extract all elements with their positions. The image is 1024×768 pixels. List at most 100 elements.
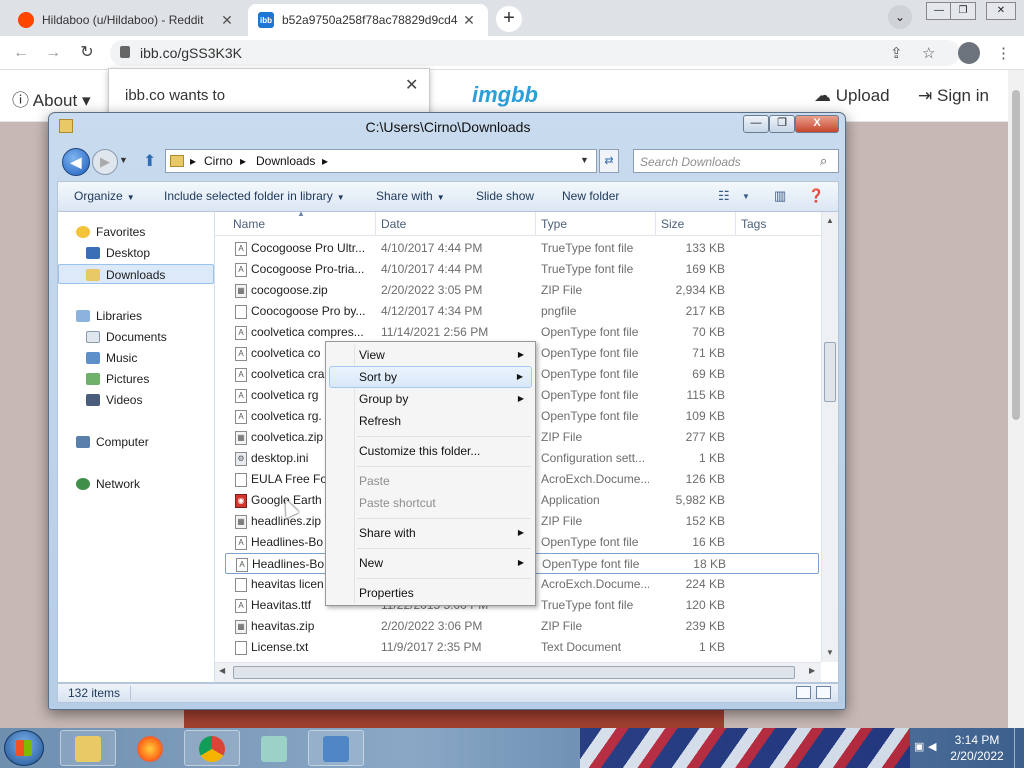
scroll-up-arrow-icon[interactable]: ▲ xyxy=(822,216,838,225)
address-breadcrumb[interactable]: ▸ Cirno ▸ Downloads ▸ ▼ xyxy=(165,149,597,173)
volume-icon[interactable]: ◀ xyxy=(928,740,936,753)
menu-item-group-by[interactable]: Group by ▶ xyxy=(329,388,532,410)
address-bar[interactable]: ibb.co/gSS3K3K xyxy=(110,40,960,66)
reload-icon[interactable]: ↻ xyxy=(76,42,98,64)
breadcrumb-downloads[interactable]: Downloads xyxy=(256,154,315,168)
profile-avatar[interactable] xyxy=(958,42,980,64)
caret-down-icon[interactable]: ▼ xyxy=(742,192,750,201)
large-icons-view-icon[interactable] xyxy=(816,686,831,699)
search-icon[interactable]: ⌕ xyxy=(820,153,827,169)
chevron-right-icon[interactable]: ▸ xyxy=(322,154,328,168)
nav-downloads[interactable]: Downloads xyxy=(58,264,214,284)
column-divider[interactable] xyxy=(655,212,656,236)
column-name[interactable]: Name xyxy=(233,217,265,231)
sign-in-button[interactable]: ⇥ Sign in xyxy=(918,86,989,106)
scroll-down-arrow-icon[interactable]: ▼ xyxy=(822,648,838,657)
nav-computer[interactable]: Computer xyxy=(58,432,214,452)
recent-pages-icon[interactable]: ▼ xyxy=(119,155,128,165)
imgbb-logo[interactable]: imgbb xyxy=(472,82,538,108)
slide-show-button[interactable]: Slide show xyxy=(476,189,534,203)
share-with-button[interactable]: Share with ▼ xyxy=(376,189,445,203)
search-box[interactable]: Search Downloads ⌕ xyxy=(633,149,839,173)
preview-pane-icon[interactable]: ▥ xyxy=(774,188,786,204)
start-button[interactable] xyxy=(4,730,44,766)
nav-music[interactable]: Music xyxy=(58,348,214,368)
organize-button[interactable]: Organize ▼ xyxy=(74,189,135,203)
file-row[interactable]: Acoolvetica compres... 11/14/2021 2:56 PM… xyxy=(225,322,819,343)
menu-item-sort-by[interactable]: Sort by ▶ xyxy=(329,366,532,388)
menu-item-share-with[interactable]: Share with ▶ xyxy=(329,522,532,544)
bookmark-star-icon[interactable]: ☆ xyxy=(922,44,935,62)
breadcrumb-cirno[interactable]: Cirno xyxy=(204,154,233,168)
tab-reddit[interactable]: Hildaboo (u/Hildaboo) - Reddit ✕ xyxy=(8,4,246,36)
file-row[interactable]: License.txt 11/9/2017 2:35 PM Text Documen… xyxy=(225,637,819,658)
nav-desktop[interactable]: Desktop xyxy=(58,243,214,263)
menu-item-customize-folder[interactable]: Customize this folder... xyxy=(329,440,532,462)
chevron-right-icon[interactable]: ▸ xyxy=(240,154,246,168)
forward-arrow-icon[interactable]: → xyxy=(42,42,64,64)
close-window-button[interactable]: ✕ xyxy=(986,2,1016,20)
nav-documents[interactable]: Documents xyxy=(58,327,214,347)
details-view-icon[interactable] xyxy=(796,686,811,699)
scroll-right-arrow-icon[interactable]: ▶ xyxy=(809,666,815,675)
menu-dots-icon[interactable]: ⋮ xyxy=(996,44,1011,62)
column-tags[interactable]: Tags xyxy=(741,217,766,231)
up-arrow-icon[interactable]: ⬆ xyxy=(143,151,156,171)
scrollbar-thumb[interactable] xyxy=(1012,90,1020,420)
menu-item-properties[interactable]: Properties xyxy=(329,582,532,604)
change-view-icon[interactable]: ☷ xyxy=(718,188,730,204)
close-button[interactable]: X xyxy=(795,115,839,133)
back-button[interactable]: ◀ xyxy=(62,148,90,176)
scroll-left-arrow-icon[interactable]: ◀ xyxy=(219,666,225,675)
help-icon[interactable]: ❓ xyxy=(808,188,824,204)
column-type[interactable]: Type xyxy=(541,217,567,231)
column-divider[interactable] xyxy=(735,212,736,236)
nav-pictures[interactable]: Pictures xyxy=(58,369,214,389)
file-row[interactable]: A Cocogoose Pro Ultr... 4/10/2017 4:44 PM T… xyxy=(225,238,819,259)
chevron-right-icon[interactable]: ▸ xyxy=(190,154,196,168)
new-folder-button[interactable]: New folder xyxy=(562,189,619,203)
network-tray-icon[interactable]: ▣ xyxy=(914,740,924,753)
close-tab-icon[interactable]: ✕ xyxy=(460,12,478,29)
taskbar-app[interactable] xyxy=(246,730,302,766)
forward-button[interactable]: ▶ xyxy=(92,149,118,175)
nav-favorites[interactable]: Favorites xyxy=(58,222,214,242)
close-icon[interactable]: ✕ xyxy=(405,75,418,95)
upload-button[interactable]: ☁ Upload xyxy=(814,86,890,106)
about-menu[interactable]: ⓘ About ▾ xyxy=(12,86,91,111)
column-date[interactable]: Date xyxy=(381,217,406,231)
scrollbar-thumb[interactable] xyxy=(824,342,836,402)
taskbar-chrome[interactable] xyxy=(184,730,240,766)
column-size[interactable]: Size xyxy=(661,217,684,231)
show-desktop-button[interactable] xyxy=(1014,728,1024,768)
taskbar-firefox[interactable] xyxy=(122,730,178,766)
nav-videos[interactable]: Videos xyxy=(58,390,214,410)
close-tab-icon[interactable]: ✕ xyxy=(218,12,236,29)
include-in-library-button[interactable]: Include selected folder in library ▼ xyxy=(164,189,345,203)
file-row[interactable]: ▦ cocogoose.zip 2/20/2022 3:05 PM ZIP File 2… xyxy=(225,280,819,301)
menu-item-view[interactable]: View ▶ xyxy=(329,344,532,366)
nav-network[interactable]: Network xyxy=(58,474,214,494)
refresh-icon[interactable]: ⇄ xyxy=(599,149,619,173)
vertical-scrollbar[interactable]: ▲ ▼ xyxy=(821,212,838,662)
nav-libraries[interactable]: Libraries xyxy=(58,306,214,326)
taskbar-control-panel[interactable] xyxy=(308,730,364,766)
restore-button[interactable]: ❐ xyxy=(950,2,976,20)
scrollbar-thumb[interactable] xyxy=(233,666,795,679)
menu-item-refresh[interactable]: Refresh xyxy=(329,410,532,432)
maximize-button[interactable]: ❐ xyxy=(769,115,795,133)
taskbar-explorer[interactable] xyxy=(60,730,116,766)
column-divider[interactable] xyxy=(535,212,536,236)
column-divider[interactable] xyxy=(375,212,376,236)
file-row[interactable]: A Cocogoose Pro-tria... 4/10/2017 4:44 PM T… xyxy=(225,259,819,280)
page-scrollbar[interactable] xyxy=(1008,70,1024,728)
dropdown-arrow-icon[interactable]: ▼ xyxy=(580,155,589,165)
menu-item-new[interactable]: New ▶ xyxy=(329,552,532,574)
tab-search-button[interactable]: ⌄ xyxy=(888,5,912,29)
clock[interactable]: 3:14 PM 2/20/2022 xyxy=(942,732,1012,764)
minimize-button[interactable]: — xyxy=(926,2,952,20)
share-icon[interactable]: ⇪ xyxy=(890,44,903,62)
file-row[interactable]: ▦ heavitas.zip 2/20/2022 3:06 PM ZIP File 23… xyxy=(225,616,819,637)
file-row[interactable]: Coocogoose Pro by... 4/12/2017 4:34 PM png… xyxy=(225,301,819,322)
tab-imgbb[interactable]: ibb b52a9750a258f78ac78829d9cd4 ✕ xyxy=(248,4,488,36)
